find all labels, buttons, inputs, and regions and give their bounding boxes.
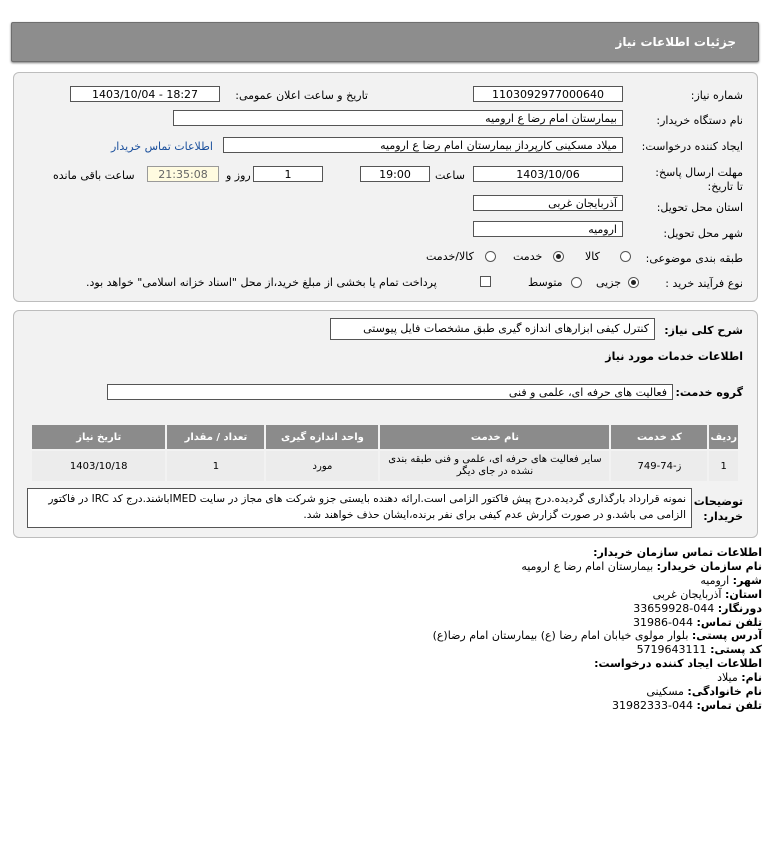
page-header: جزئیات اطلاعات نیاز (11, 22, 759, 62)
need-number-label: شماره نیاز: (690, 89, 743, 102)
address-label: آدرس پستی: (691, 629, 762, 643)
last-name-label: نام خانوادگی: (687, 685, 762, 699)
city-label: شهر محل تحویل: (663, 227, 743, 240)
need-number-field[interactable]: 1103092977000640 (473, 86, 623, 102)
category-radio-service[interactable] (553, 251, 564, 262)
service-group-field[interactable]: فعالیت های حرفه ای، علمی و فنی (107, 384, 673, 400)
creator-phone-label: تلفن تماس: (696, 698, 762, 712)
last-name-value: مسکینی (646, 685, 684, 699)
creator-field[interactable]: میلاد مسکینی کارپرداز بیمارستان امام رضا… (223, 137, 623, 153)
postal-value: 5719643111 (636, 643, 707, 657)
deadline-label: مهلت ارسال پاسخ: تا تاریخ: (655, 166, 743, 193)
deadline-date-field[interactable]: 1403/10/06 (473, 166, 623, 182)
col-row: ردیف (709, 425, 738, 449)
province-label: استان محل تحویل: (656, 201, 743, 214)
category-label: طبقه بندی موضوعی: (645, 252, 743, 265)
province-field[interactable]: آذربایجان غربی (473, 195, 623, 211)
time-label: ساعت (435, 169, 465, 182)
process-label: نوع فرآیند خرید : (665, 277, 743, 290)
col-service-name: نام خدمت (380, 425, 610, 449)
days-label: روز و (226, 169, 251, 182)
process-option-medium: متوسط (528, 276, 563, 289)
cell-row: 1 (709, 451, 738, 481)
org-label: نام سازمان خریدار: (656, 559, 762, 573)
process-radio-medium[interactable] (571, 277, 582, 288)
postal-label: کد پستی: (710, 643, 762, 657)
contact-province-label: استان: (725, 587, 762, 601)
table-row[interactable]: 1 ز-74-749 سایر فعالیت های حرفه ای، علمی… (32, 451, 738, 481)
announce-field[interactable]: 1403/10/04 - 18:27 (70, 86, 220, 102)
cell-quantity: 1 (167, 451, 265, 481)
notes-field: نمونه قرارداد بارگذاری گردیده.درج پیش فا… (27, 488, 692, 528)
summary-label: شرح کلی نیاز: (664, 324, 743, 337)
col-need-date: تاریخ نیاز (32, 425, 166, 449)
creator-phone-value: 044-31982333 (612, 698, 694, 712)
days-field[interactable]: 1 (253, 166, 323, 182)
services-heading: اطلاعات خدمات مورد نیاز (605, 350, 743, 363)
buyer-contact-link[interactable]: اطلاعات تماس خریدار (111, 140, 213, 153)
category-option-service: خدمت (513, 250, 543, 263)
fax-label: دورنگار: (717, 601, 762, 615)
creator-heading: اطلاعات ایجاد کننده درخواست: (594, 657, 762, 671)
process-radio-minor[interactable] (628, 277, 639, 288)
contact-section: اطلاعات تماس سازمان خریدار: نام سازمان خ… (433, 546, 762, 713)
need-info-panel (13, 72, 758, 302)
buyer-org-label: نام دستگاه خریدار: (656, 114, 743, 127)
contact-province-value: آذربایجان غربی (652, 587, 722, 601)
category-radio-goods[interactable] (620, 251, 631, 262)
process-option-minor: جزیی (596, 276, 622, 289)
notes-label: توضیحات خریدار: (693, 495, 743, 523)
deadline-time-field[interactable]: 19:00 (360, 166, 430, 182)
treasury-payment-note: پرداخت تمام یا بخشی از مبلغ خرید،از محل … (86, 276, 437, 289)
address-value: بلوار مولوی خیابان امام رضا (ع) بیمارستا… (432, 629, 689, 643)
remaining-label: ساعت باقی مانده (53, 169, 135, 182)
phone-label: تلفن تماس: (696, 615, 762, 629)
col-unit: واحد اندازه گیری (266, 425, 379, 449)
first-name-label: نام: (741, 671, 762, 685)
category-option-goods-service: کالا/خدمت (426, 250, 474, 263)
contact-heading: اطلاعات تماس سازمان خریدار: (593, 546, 762, 559)
city-field[interactable]: ارومیه (473, 221, 623, 237)
service-group-label: گروه خدمت: (675, 386, 743, 399)
cell-service-name: سایر فعالیت های حرفه ای، علمی و فنی طبقه… (380, 451, 610, 481)
col-service-code: کد خدمت (611, 425, 708, 449)
creator-label: ایجاد کننده درخواست: (641, 140, 743, 153)
services-table: ردیف کد خدمت نام خدمت واحد اندازه گیری ت… (30, 423, 740, 483)
contact-city-value: ارومیه (700, 573, 730, 587)
category-radio-goods-service[interactable] (485, 251, 496, 262)
treasury-payment-checkbox[interactable] (480, 276, 491, 287)
page-title: جزئیات اطلاعات نیاز (615, 35, 736, 49)
org-value: بیمارستان امام رضا ع ارومیه (521, 559, 654, 573)
phone-value: 044-31986 (633, 615, 694, 629)
remaining-time-display: 21:35:08 (147, 166, 219, 182)
col-quantity: تعداد / مقدار (167, 425, 265, 449)
category-option-goods: کالا (585, 250, 600, 263)
first-name-value: میلاد (717, 671, 738, 685)
table-header-row: ردیف کد خدمت نام خدمت واحد اندازه گیری ت… (32, 425, 738, 449)
buyer-org-field[interactable]: بیمارستان امام رضا ع ارومیه (173, 110, 623, 126)
cell-need-date: 1403/10/18 (32, 451, 166, 481)
cell-unit: مورد (266, 451, 379, 481)
cell-service-code: ز-74-749 (611, 451, 708, 481)
announce-label: تاریخ و ساعت اعلان عمومی: (235, 89, 368, 102)
summary-field[interactable]: کنترل کیفی ابزارهای اندازه گیری طبق مشخص… (330, 318, 655, 340)
fax-value: 044-33659928 (633, 601, 715, 615)
contact-city-label: شهر: (732, 573, 762, 587)
